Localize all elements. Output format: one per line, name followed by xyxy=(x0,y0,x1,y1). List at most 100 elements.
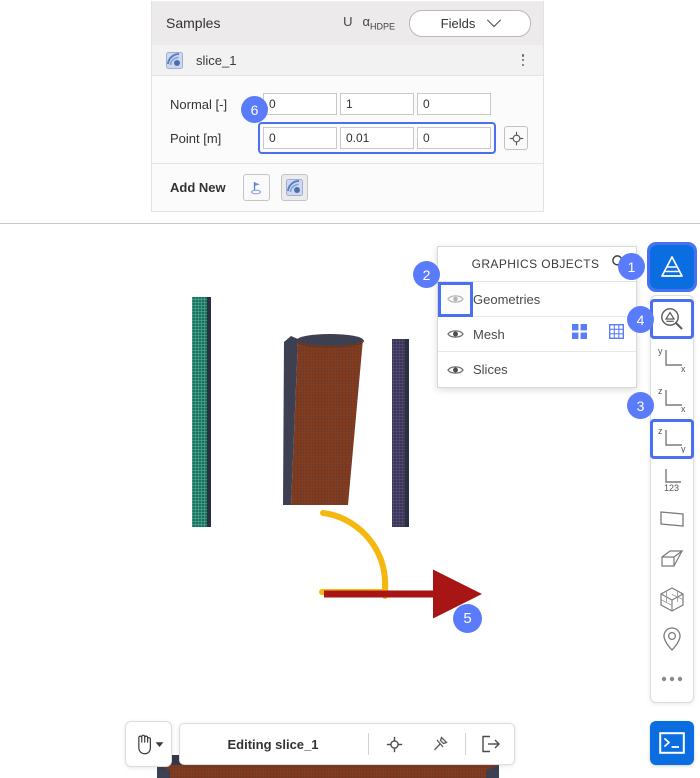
crosshair-icon xyxy=(509,131,523,145)
point-label: Point [m] xyxy=(170,130,222,146)
graphics-row-mesh[interactable]: Mesh xyxy=(438,317,636,352)
svg-text:z: z xyxy=(658,426,663,436)
graphics-objects-panel: GRAPHICS OBJECTS Geometries Mesh Slices xyxy=(437,246,637,388)
eye-icon[interactable] xyxy=(438,317,473,352)
svg-text:y: y xyxy=(681,444,686,453)
toolbar-axes-123-button[interactable]: 123 xyxy=(650,459,694,499)
toolbar-separator xyxy=(465,733,466,755)
svg-text:123: 123 xyxy=(664,483,679,493)
add-new-row: Add New xyxy=(152,164,543,211)
more-dots-icon xyxy=(661,676,683,682)
field-alpha-label: αHDPE xyxy=(362,14,395,32)
caret-down-icon xyxy=(155,741,164,747)
add-slice-button[interactable] xyxy=(280,174,308,201)
graphics-objects-title: GRAPHICS OBJECTS xyxy=(471,257,600,271)
wireframe-grid-icon[interactable] xyxy=(608,323,625,344)
chevron-down-icon xyxy=(487,13,502,28)
point-y-input[interactable] xyxy=(340,127,414,149)
toolbar-layers-button[interactable] xyxy=(647,242,697,292)
svg-text:x: x xyxy=(681,364,686,373)
graphics-row-slices[interactable]: Slices xyxy=(438,352,636,387)
view-toolbar: y x z x z y 123 xyxy=(650,295,694,703)
view-zx-icon: z x xyxy=(658,386,686,413)
probe-flag-icon xyxy=(250,182,261,195)
box-wire-icon xyxy=(661,550,684,567)
sample-row-slice-1[interactable]: slice_1 xyxy=(152,45,543,76)
center-on-slice-button[interactable] xyxy=(371,725,417,763)
point-z-input[interactable] xyxy=(417,127,491,149)
field-u-label: U xyxy=(343,14,353,30)
graphics-mesh-actions xyxy=(572,323,636,344)
toolbar-mesh-cube-button[interactable] xyxy=(650,579,694,619)
sample-name-label: slice_1 xyxy=(196,52,237,68)
status-toolbar: Editing slice_1 xyxy=(179,723,515,765)
exit-editing-button[interactable] xyxy=(468,725,514,763)
point-inputs-group xyxy=(258,122,496,154)
graphics-row-geometries[interactable]: Geometries xyxy=(438,281,636,317)
crosshair-icon xyxy=(386,736,402,752)
point-picker-button[interactable] xyxy=(504,126,528,150)
normal-inputs-group xyxy=(258,88,496,120)
normal-y-input[interactable] xyxy=(340,93,414,115)
toolbar-more-button[interactable] xyxy=(650,659,694,699)
callout-badge-4: 4 xyxy=(627,306,654,333)
normal-x-input[interactable] xyxy=(263,93,337,115)
zoom-to-fit-icon xyxy=(661,308,683,330)
toolbar-separator xyxy=(368,733,369,755)
eye-hidden-icon[interactable] xyxy=(438,281,473,317)
kebab-menu-icon[interactable] xyxy=(515,52,531,68)
toolbar-plane-button[interactable] xyxy=(650,499,694,539)
panel-title: Samples xyxy=(166,15,221,31)
point-row: Point [m] xyxy=(152,121,543,155)
view-yx-icon: y x xyxy=(658,346,686,373)
mesh-cube-icon xyxy=(660,587,684,612)
plane-icon xyxy=(660,511,684,527)
toolbar-view-zy-button[interactable]: z y xyxy=(650,419,694,459)
toolbar-box-wire-button[interactable] xyxy=(650,539,694,579)
normal-row: Normal [-] xyxy=(152,87,543,121)
status-text: Editing slice_1 xyxy=(227,736,319,752)
pin-off-icon xyxy=(434,736,448,751)
samples-panel-header: Samples U αHDPE Fields xyxy=(152,1,543,45)
callout-badge-2: 2 xyxy=(413,261,440,288)
graphics-label-slices: Slices xyxy=(473,362,508,377)
callout-badge-1: 1 xyxy=(618,253,645,280)
fields-dropdown-button[interactable]: Fields xyxy=(409,9,531,37)
fields-dropdown-label: Fields xyxy=(440,15,476,31)
samples-panel: Samples U αHDPE Fields slice_1 Normal [-… xyxy=(151,1,544,212)
field-indicators: U αHDPE xyxy=(343,14,395,32)
svg-text:z: z xyxy=(658,386,663,396)
3d-viewport[interactable]: 1 cm GRAPHICS OBJECTS xyxy=(0,224,700,778)
callout-badge-6: 6 xyxy=(241,96,268,123)
app-root: Samples U αHDPE Fields slice_1 Normal [-… xyxy=(0,0,700,778)
toolbar-view-yx-button[interactable]: y x xyxy=(650,339,694,379)
toolbar-zoom-fit-button[interactable] xyxy=(650,299,694,339)
callout-badge-3: 3 xyxy=(627,392,654,419)
slice-plane-icon xyxy=(285,179,303,196)
slice-parameters-form: Normal [-] Point [m] xyxy=(152,76,543,163)
normal-z-input[interactable] xyxy=(417,93,491,115)
toolbar-view-zx-button[interactable]: z x xyxy=(650,379,694,419)
axes-123-icon: 123 xyxy=(664,469,681,493)
graphics-label-geometries: Geometries xyxy=(473,291,541,307)
console-toggle-button[interactable] xyxy=(650,721,694,765)
hand-tool-button[interactable] xyxy=(125,721,172,767)
svg-text:y: y xyxy=(658,346,663,356)
unpin-button[interactable] xyxy=(417,725,463,763)
view-zy-icon: z y xyxy=(658,426,686,453)
exit-arrow-icon xyxy=(482,735,500,753)
terminal-icon xyxy=(659,732,685,754)
surface-grid-icon[interactable] xyxy=(572,324,587,344)
slice-plane-icon xyxy=(166,51,183,69)
callout-badge-5: 5 xyxy=(453,604,482,633)
point-x-input[interactable] xyxy=(263,127,337,149)
map-pin-icon xyxy=(663,627,681,651)
graphics-objects-header: GRAPHICS OBJECTS xyxy=(438,247,636,282)
add-probe-button[interactable] xyxy=(242,174,270,201)
layers-pyramid-icon xyxy=(661,256,683,277)
toolbar-map-pin-button[interactable] xyxy=(650,619,694,659)
svg-text:x: x xyxy=(681,404,686,413)
graphics-label-mesh: Mesh xyxy=(473,326,505,342)
eye-icon[interactable] xyxy=(438,352,473,387)
add-new-label: Add New xyxy=(170,180,226,195)
